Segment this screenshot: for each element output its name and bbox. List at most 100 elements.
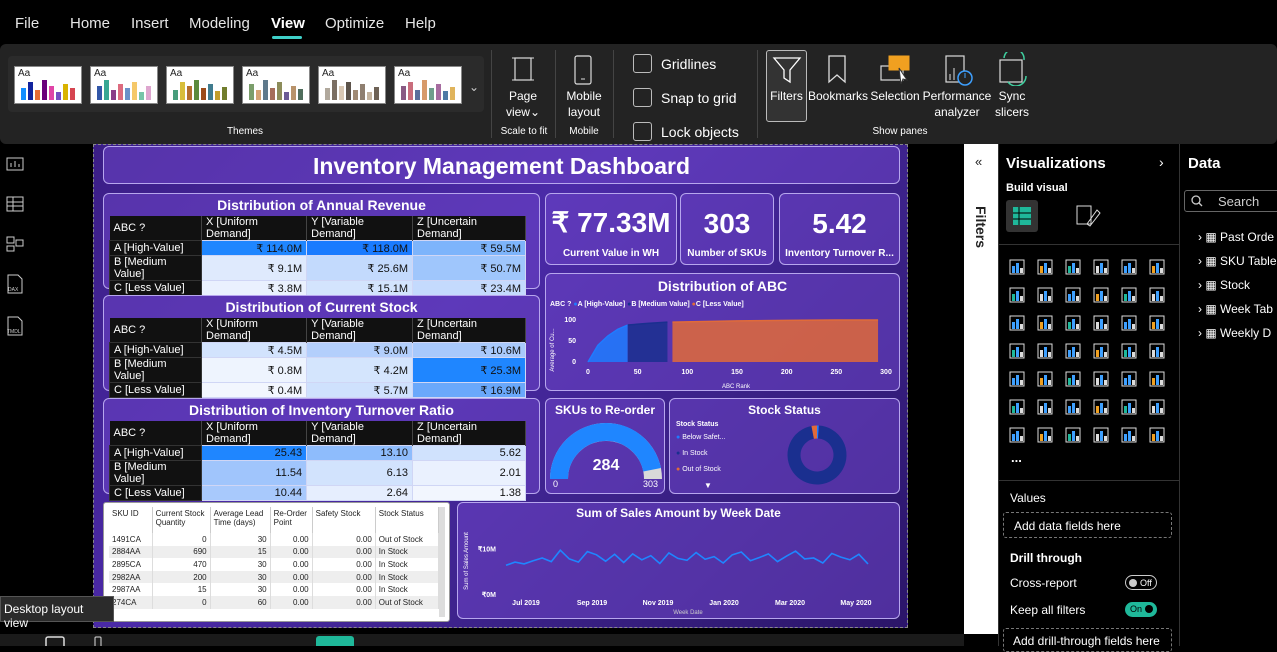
mobile-layout-button[interactable]: Mobile layout	[560, 88, 608, 120]
funnel-icon[interactable]	[1036, 314, 1054, 332]
theme-swatch[interactable]: Aa	[394, 66, 462, 104]
revenue-matrix[interactable]: Distribution of Annual Revenue ABC ?X [U…	[103, 193, 540, 289]
power-apps-icon[interactable]	[1036, 426, 1054, 444]
col-header[interactable]: Average Lead Time (days)	[210, 507, 270, 533]
data-table-item[interactable]: › ▦ Week Tab	[1198, 302, 1273, 316]
matrix-icon[interactable]	[1120, 370, 1138, 388]
tmdl-view-icon[interactable]: TMDL	[5, 316, 25, 336]
menu-help[interactable]: Help	[405, 15, 436, 32]
page-view-button[interactable]: Page view⌄	[500, 88, 546, 120]
menu-home[interactable]: Home	[70, 15, 110, 32]
desktop-layout-icon[interactable]	[44, 636, 66, 646]
report-page[interactable]: Inventory Management Dashboard Distribut…	[93, 144, 908, 628]
turnover-matrix[interactable]: Distribution of Inventory Turnover Ratio…	[103, 398, 540, 494]
map-icon[interactable]	[1036, 342, 1054, 360]
donut-icon[interactable]	[1148, 314, 1166, 332]
100-column-icon[interactable]	[1148, 258, 1166, 276]
col-header[interactable]: Current Stock Quantity	[152, 507, 210, 533]
narrative-icon[interactable]	[1120, 398, 1138, 416]
add-page-button[interactable]	[316, 636, 354, 646]
arcgis-icon[interactable]	[1092, 426, 1110, 444]
model-view-icon[interactable]	[6, 236, 24, 252]
format-visual-icon[interactable]	[1075, 204, 1101, 228]
funnel-alt-icon[interactable]	[1064, 314, 1082, 332]
theme-swatch[interactable]: Aa	[90, 66, 158, 104]
goals-icon[interactable]	[1148, 398, 1166, 416]
line-column-icon[interactable]	[1120, 286, 1138, 304]
kpi-icon[interactable]	[1036, 370, 1054, 388]
table-row[interactable]: 2895CA470300.000.00In Stock	[109, 558, 439, 571]
treemap-icon[interactable]	[1008, 342, 1026, 360]
diamond-icon[interactable]	[1120, 426, 1138, 444]
table-view-icon[interactable]	[6, 196, 24, 212]
menu-view[interactable]: View	[271, 15, 305, 32]
pie-icon[interactable]	[1120, 314, 1138, 332]
report-view-icon[interactable]	[6, 156, 24, 172]
cross-report-toggle[interactable]: Off	[1125, 575, 1157, 590]
themes-expand-icon[interactable]: ⌄	[469, 80, 479, 94]
collapse-filters-icon[interactable]: «	[975, 154, 982, 169]
data-table-item[interactable]: › ▦ Weekly D	[1198, 326, 1271, 340]
table-row[interactable]: 2982AA200300.000.00In Stock	[109, 571, 439, 584]
kpi-inventory-turnover[interactable]: 5.42 Inventory Turnover R...	[779, 193, 900, 265]
line-clustered-icon[interactable]	[1148, 286, 1166, 304]
theme-swatch[interactable]: Aa	[166, 66, 234, 104]
menu-insert[interactable]: Insert	[131, 15, 169, 32]
area-chart-icon[interactable]	[1036, 286, 1054, 304]
filled-map-icon[interactable]	[1064, 342, 1082, 360]
filters-pane[interactable]: « Filters	[964, 144, 998, 634]
stacked-area-icon[interactable]	[1064, 286, 1082, 304]
card-icon[interactable]	[1148, 342, 1166, 360]
decomposition-icon[interactable]	[1064, 398, 1082, 416]
drill-through-drop-zone[interactable]: Add drill-through fields here	[1003, 628, 1172, 652]
menu-optimize[interactable]: Optimize	[325, 15, 384, 32]
stacked-bar-icon[interactable]	[1008, 258, 1026, 276]
r-visual-icon[interactable]	[1148, 370, 1166, 388]
azure-map-icon[interactable]	[1092, 342, 1110, 360]
chevrons-icon[interactable]	[1148, 426, 1166, 444]
theme-swatch[interactable]: Aa	[242, 66, 310, 104]
clustered-bar-icon[interactable]	[1064, 258, 1082, 276]
kpi-current-value[interactable]: ₹ 77.33M Current Value in WH	[545, 193, 677, 265]
qa-icon[interactable]	[1092, 398, 1110, 416]
table-row[interactable]: 274CA0600.000.00Out of Stock	[109, 596, 439, 609]
col-header[interactable]: Safety Stock	[312, 507, 375, 533]
page-view-icon[interactable]	[509, 54, 537, 84]
sync-slicers-icon[interactable]	[996, 52, 1030, 86]
build-visual-tab[interactable]	[1006, 200, 1038, 232]
stock-matrix[interactable]: Distribution of Current Stock ABC ?X [Un…	[103, 295, 540, 391]
100-bar-icon[interactable]	[1120, 258, 1138, 276]
skus-to-reorder-gauge[interactable]: SKUs to Re-order 284 0 303	[545, 398, 665, 494]
stock-status-chart[interactable]: Stock Status Stock Status ● Below Safet.…	[669, 398, 900, 494]
paginated-icon[interactable]	[1008, 426, 1026, 444]
sync-slicers-button[interactable]: Sync slicers	[992, 88, 1032, 120]
selection-button[interactable]: Selection	[866, 88, 924, 104]
slicer-icon[interactable]	[1064, 370, 1082, 388]
dax-query-view-icon[interactable]: DAX	[5, 274, 25, 294]
waterfall-icon[interactable]	[1008, 314, 1026, 332]
theme-swatch[interactable]: Aa	[14, 66, 82, 104]
scatter-icon[interactable]	[1092, 314, 1110, 332]
gridlines-checkbox[interactable]	[633, 54, 652, 73]
table-row[interactable]: 2987AA15300.000.00In Stock	[109, 583, 439, 596]
line-chart-icon[interactable]	[1008, 286, 1026, 304]
menu-modeling[interactable]: Modeling	[189, 15, 250, 32]
sku-table-visual[interactable]: SKU ID Current Stock Quantity Average Le…	[103, 502, 450, 622]
sku-table-scrollbar[interactable]	[439, 507, 445, 617]
viz-pane-expand-icon[interactable]: ›	[1159, 154, 1164, 170]
mobile-layout-view-icon[interactable]	[92, 636, 104, 646]
mobile-layout-icon[interactable]	[572, 54, 594, 86]
performance-analyzer-button[interactable]: Performance analyzer	[922, 88, 992, 120]
table-icon[interactable]	[1092, 370, 1110, 388]
data-table-item[interactable]: › ▦ Past Orde	[1198, 230, 1274, 244]
data-table-item[interactable]: › ▦ SKU Table	[1198, 254, 1277, 268]
clustered-column-icon[interactable]	[1092, 258, 1110, 276]
performance-analyzer-icon[interactable]	[942, 54, 974, 86]
bookmark-icon[interactable]	[826, 54, 848, 86]
gauge-icon[interactable]	[1120, 342, 1138, 360]
table-row[interactable]: 1491CA0300.000.00Out of Stock	[109, 533, 439, 546]
power-automate-icon[interactable]	[1064, 426, 1082, 444]
sales-line-chart[interactable]: Sum of Sales Amount by Week Date Sum of …	[457, 502, 900, 619]
menu-file[interactable]: File	[15, 15, 39, 32]
col-header[interactable]: Stock Status	[375, 507, 438, 533]
